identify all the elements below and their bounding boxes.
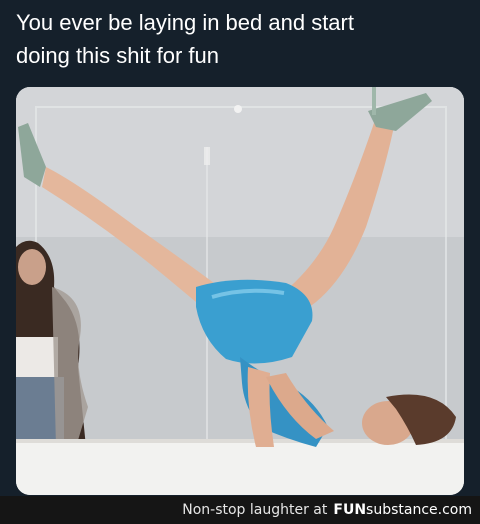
footer-brand-rest[interactable]: substance.com <box>366 502 472 518</box>
watermark-footer: Non-stop laughter at FUN substance.com <box>0 496 480 524</box>
footer-tagline: Non-stop laughter at <box>182 502 328 518</box>
meme-caption: You ever be laying in bed and start doin… <box>16 6 466 72</box>
meme-photo[interactable] <box>16 87 464 495</box>
caption-line-2: doing this shit for fun <box>16 43 220 68</box>
footer-brand-bold[interactable]: FUN <box>333 502 366 518</box>
caption-line-1: You ever be laying in bed and start <box>16 10 354 35</box>
photo-image <box>16 87 464 495</box>
